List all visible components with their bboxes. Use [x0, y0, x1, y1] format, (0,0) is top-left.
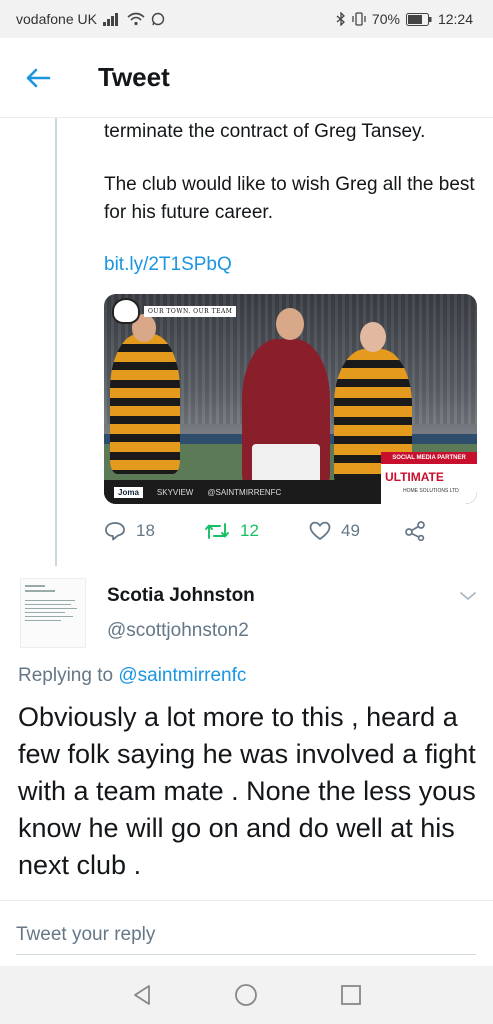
avatar-detail	[25, 620, 61, 621]
partner-subtitle: HOME SOLUTIONS LTD	[403, 488, 459, 494]
avatar-detail	[25, 600, 75, 601]
sponsor-skyview: SKYVIEW	[156, 487, 194, 497]
replying-to-handle[interactable]: @saintmirrenfc	[118, 665, 246, 686]
tweet-actions: 18 12 49	[104, 516, 434, 546]
player-head	[360, 322, 386, 352]
like-button[interactable]: 49	[309, 521, 404, 541]
system-nav-bar	[0, 966, 493, 1024]
avatar-detail	[25, 616, 73, 617]
reply-button[interactable]: 18	[104, 521, 204, 541]
carrier-label: vodafone UK	[16, 11, 97, 27]
status-bar: vodafone UK 70% 12:24	[0, 0, 493, 38]
sponsor-joma: Joma	[114, 486, 143, 498]
back-button[interactable]	[0, 38, 76, 118]
tweet-text-line: terminate the contract of Greg Tansey.	[104, 121, 426, 142]
avatar-detail	[25, 604, 71, 605]
back-arrow-icon	[26, 68, 51, 87]
whatsapp-icon	[151, 12, 165, 26]
partner-name: ULTIMATE	[385, 470, 444, 484]
retweet-count: 12	[240, 521, 259, 540]
clock: 12:24	[437, 11, 473, 27]
avatar-detail	[25, 590, 55, 592]
nav-recents-button[interactable]	[331, 975, 371, 1015]
triangle-back-icon	[134, 985, 151, 1005]
reply-tweet-text: Obviously a lot more to this , heard a f…	[18, 702, 476, 880]
player-center-shorts	[252, 444, 320, 484]
vibrate-icon	[352, 12, 366, 26]
partner-badge: SOCIAL MEDIA PARTNER ULTIMATE HOME SOLUT…	[381, 452, 477, 504]
thread-connector	[55, 118, 57, 566]
circle-home-icon	[235, 984, 258, 1006]
tweet-link[interactable]: bit.ly/2T1SPbQ	[104, 251, 232, 279]
player-head	[276, 308, 304, 340]
avatar[interactable]	[20, 578, 86, 648]
signal-icon	[102, 12, 121, 26]
avatar-detail	[25, 612, 65, 613]
reply-author-name[interactable]: Scotia Johnston	[107, 585, 255, 607]
app-header: Tweet	[0, 38, 493, 118]
partner-label: SOCIAL MEDIA PARTNER	[381, 452, 477, 464]
club-slogan: OUR TOWN. OUR TEAM	[144, 305, 237, 317]
like-count: 49	[341, 521, 360, 540]
heart-icon	[309, 521, 331, 540]
replying-to-line: Replying to @saintmirrenfc	[18, 665, 246, 687]
club-crest-icon	[112, 298, 140, 324]
nav-back-button[interactable]	[122, 975, 162, 1015]
battery-icon	[405, 12, 432, 26]
tweet-text-paragraph: The club would like to wish Greg all the…	[104, 174, 475, 223]
club-branding: OUR TOWN. OUR TEAM	[112, 298, 237, 324]
player-left	[110, 334, 180, 474]
more-options-button[interactable]	[456, 586, 480, 606]
tweet-media-image[interactable]: OUR TOWN. OUR TEAM Joma SKYVIEW @SAINTMI…	[104, 294, 477, 504]
reply-author-handle[interactable]: @scottjohnston2	[107, 620, 249, 642]
social-handle: @SAINTMIRRENFC	[207, 487, 282, 497]
reply-count: 18	[136, 521, 155, 540]
share-icon	[405, 521, 425, 541]
battery-percent: 70%	[371, 11, 400, 27]
bluetooth-icon	[336, 12, 346, 26]
share-button[interactable]	[404, 521, 426, 541]
square-recents-icon	[340, 985, 361, 1005]
reply-icon	[105, 522, 125, 541]
replying-prefix: Replying to	[18, 665, 114, 686]
retweet-button[interactable]: 12	[204, 521, 309, 541]
nav-home-button[interactable]	[226, 975, 266, 1015]
avatar-detail	[25, 585, 45, 587]
avatar-detail	[25, 608, 77, 609]
compose-bar	[0, 900, 493, 966]
chevron-down-icon	[460, 592, 476, 601]
retweet-icon	[205, 523, 229, 539]
wifi-icon	[127, 12, 145, 26]
reply-input[interactable]	[16, 915, 476, 955]
page-title: Tweet	[98, 62, 170, 92]
